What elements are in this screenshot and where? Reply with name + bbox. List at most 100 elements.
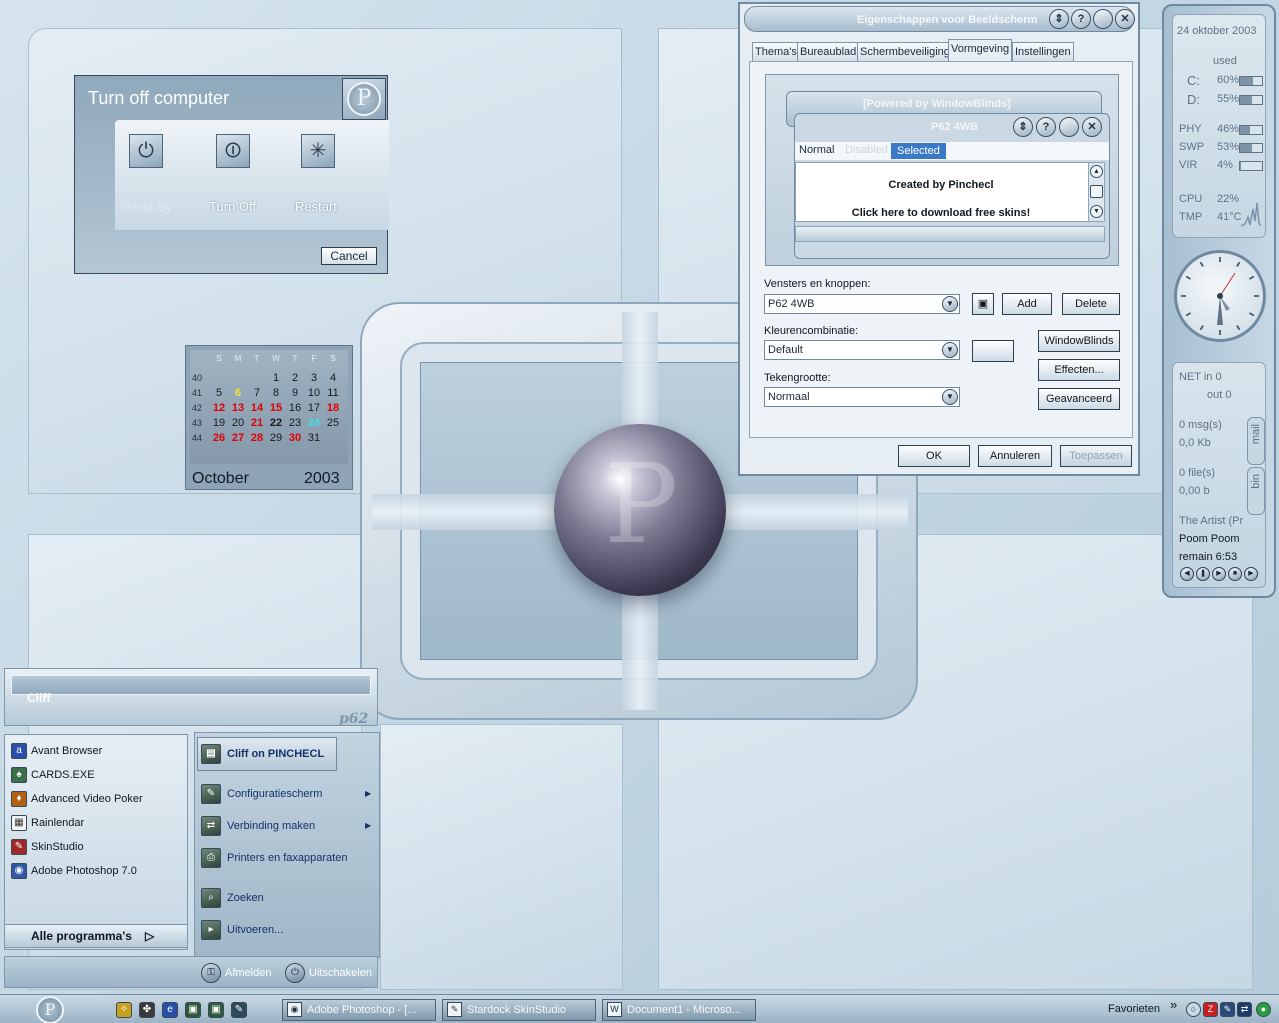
color-swatch-button[interactable] (972, 340, 1014, 362)
window-titlebar[interactable]: Eigenschappen voor Beeldscherm ⇕ ? ✕ (744, 6, 1135, 32)
standby-label[interactable]: Stand By (119, 199, 172, 214)
quicklaunch-folder-icon[interactable]: ✧ (116, 1002, 132, 1018)
chevron-down-icon[interactable]: ▼ (942, 389, 958, 405)
calendar-day[interactable]: 7 (248, 387, 266, 399)
tab-desktop[interactable]: Bureaublad (797, 42, 860, 62)
calendar-day[interactable]: 22 (267, 417, 285, 429)
start-button[interactable]: P (36, 996, 64, 1023)
calendar-day[interactable]: 23 (286, 417, 304, 429)
close-button[interactable]: ✕ (1115, 9, 1135, 29)
ok-button[interactable]: OK (898, 445, 970, 467)
preview-scrollbar[interactable]: ▲ ▼ (1088, 163, 1104, 221)
calendar-day[interactable]: 13 (229, 402, 247, 414)
connect-item[interactable]: ⇄ Verbinding maken (201, 814, 315, 838)
rollup-button[interactable]: ⇕ (1049, 9, 1069, 29)
favorites-toolbar[interactable]: Favorieten (1108, 1003, 1160, 1015)
calendar-day[interactable]: 1 (267, 372, 285, 384)
tab-screensaver[interactable]: Schermbeveiliging (857, 42, 953, 62)
calendar-day[interactable]: 20 (229, 417, 247, 429)
scroll-thumb[interactable] (1090, 185, 1103, 198)
toolbar-chevron[interactable]: » (1170, 997, 1177, 1012)
quicklaunch-browser-icon[interactable]: e (162, 1002, 178, 1018)
quicklaunch-image-icon[interactable]: ▣ (208, 1002, 224, 1018)
restart-button[interactable]: ✳ (301, 134, 335, 168)
effects-button[interactable]: Effecten... (1038, 359, 1120, 381)
task-skinstudio[interactable]: ✎ Stardock SkinStudio (442, 999, 596, 1021)
calendar-day[interactable]: 31 (305, 432, 323, 444)
calendar-day[interactable]: 9 (286, 387, 304, 399)
chevron-down-icon[interactable]: ▼ (942, 296, 958, 312)
calendar-day[interactable]: 14 (248, 402, 266, 414)
delete-button[interactable]: Delete (1062, 293, 1120, 315)
program-avant-browser[interactable]: a Avant Browser (11, 741, 102, 761)
windowblinds-button[interactable]: WindowBlinds (1038, 330, 1120, 352)
all-programs-button[interactable]: Alle programma's ▷ (4, 924, 188, 948)
calendar-day[interactable]: 4 (324, 372, 342, 384)
task-word[interactable]: W Document1 - Microso... (602, 999, 756, 1021)
calendar-day[interactable]: 28 (248, 432, 266, 444)
cancel-button[interactable]: Annuleren (978, 445, 1052, 467)
play-icon[interactable]: ▶ (1212, 567, 1226, 581)
tray-network-icon[interactable]: ○ (1186, 1002, 1201, 1017)
task-photoshop[interactable]: ◉ Adobe Photoshop - [... (282, 999, 436, 1021)
tab-settings[interactable]: Instellingen (1012, 42, 1074, 62)
stop-icon[interactable]: ■ (1228, 567, 1242, 581)
run-item[interactable]: ▸ Uitvoeren... (201, 918, 283, 942)
logoff-button[interactable]: ⚿ Afmelden (201, 963, 271, 983)
owner-item[interactable]: ▤ Cliff on PINCHECL (201, 742, 324, 766)
next-track-icon[interactable]: ▶ (1244, 567, 1258, 581)
restart-label[interactable]: Restart (295, 199, 337, 214)
calendar-day[interactable]: 3 (305, 372, 323, 384)
color-scheme-select[interactable]: Default ▼ (764, 340, 960, 360)
search-item[interactable]: ⌕ Zoeken (201, 886, 264, 910)
calendar-day[interactable]: 21 (248, 417, 266, 429)
calendar-day[interactable]: 11 (324, 387, 342, 399)
help-button[interactable]: ? (1071, 9, 1091, 29)
tray-connection-icon[interactable]: ⇄ (1237, 1002, 1252, 1017)
calendar-day[interactable]: 5 (210, 387, 228, 399)
control-panel-item[interactable]: ✎ Configuratiescherm (201, 782, 322, 806)
prev-track-icon[interactable]: ◀ (1180, 567, 1194, 581)
turnoff-button[interactable]: ⏼ (216, 134, 250, 168)
quicklaunch-display-icon[interactable]: ▣ (185, 1002, 201, 1018)
calendar-day[interactable]: 29 (267, 432, 285, 444)
scroll-down-icon[interactable]: ▼ (1090, 205, 1103, 218)
quicklaunch-cards-icon[interactable]: ✤ (139, 1002, 155, 1018)
calendar-day[interactable]: 12 (210, 402, 228, 414)
preview-download-link[interactable]: Click here to download free skins! (796, 207, 1086, 219)
font-size-select[interactable]: Normaal ▼ (764, 387, 960, 407)
tab-themes[interactable]: Thema's (752, 42, 800, 62)
calendar-day[interactable]: 24 (305, 417, 323, 429)
calendar-day[interactable]: 17 (305, 402, 323, 414)
calendar-day[interactable]: 30 (286, 432, 304, 444)
calendar-day[interactable]: 2 (286, 372, 304, 384)
program-rainlendar[interactable]: ▦ Rainlendar (11, 813, 84, 833)
cancel-button[interactable]: Cancel (321, 247, 377, 265)
calendar-day[interactable]: 10 (305, 387, 323, 399)
bin-tab[interactable]: bin (1247, 467, 1265, 515)
calendar-day[interactable]: 26 (210, 432, 228, 444)
printers-item[interactable]: ⎙ Printers en faxapparaten (201, 846, 347, 870)
mail-tab[interactable]: mail (1247, 417, 1265, 465)
calendar-day[interactable]: 25 (324, 417, 342, 429)
quicklaunch-tool-icon[interactable]: ✎ (231, 1002, 247, 1018)
advanced-button[interactable]: Geavanceerd (1038, 388, 1120, 410)
program-video-poker[interactable]: ♦ Advanced Video Poker (11, 789, 143, 809)
calendar-day[interactable]: 19 (210, 417, 228, 429)
windows-buttons-select[interactable]: P62 4WB ▼ (764, 294, 960, 314)
standby-button[interactable]: ⏻ (129, 134, 163, 168)
calendar-day[interactable]: 16 (286, 402, 304, 414)
tab-appearance[interactable]: Vormgeving (948, 39, 1013, 62)
calendar-day[interactable]: 15 (267, 402, 285, 414)
program-skinstudio[interactable]: ✎ SkinStudio (11, 837, 84, 857)
program-cards[interactable]: ♠ CARDS.EXE (11, 765, 95, 785)
calendar-day[interactable]: 27 (229, 432, 247, 444)
tray-tool-icon[interactable]: ✎ (1220, 1002, 1235, 1017)
skin-browse-button[interactable]: ▣ (972, 293, 994, 315)
turnoff-label[interactable]: Turn Off (209, 199, 256, 214)
minimize-button[interactable] (1093, 9, 1113, 29)
tray-zonealarm-icon[interactable]: Z (1203, 1002, 1218, 1017)
chevron-down-icon[interactable]: ▼ (942, 342, 958, 358)
shutdown-button[interactable]: ⏻ Uitschakelen (285, 963, 372, 983)
calendar-day[interactable]: 6 (229, 387, 247, 399)
